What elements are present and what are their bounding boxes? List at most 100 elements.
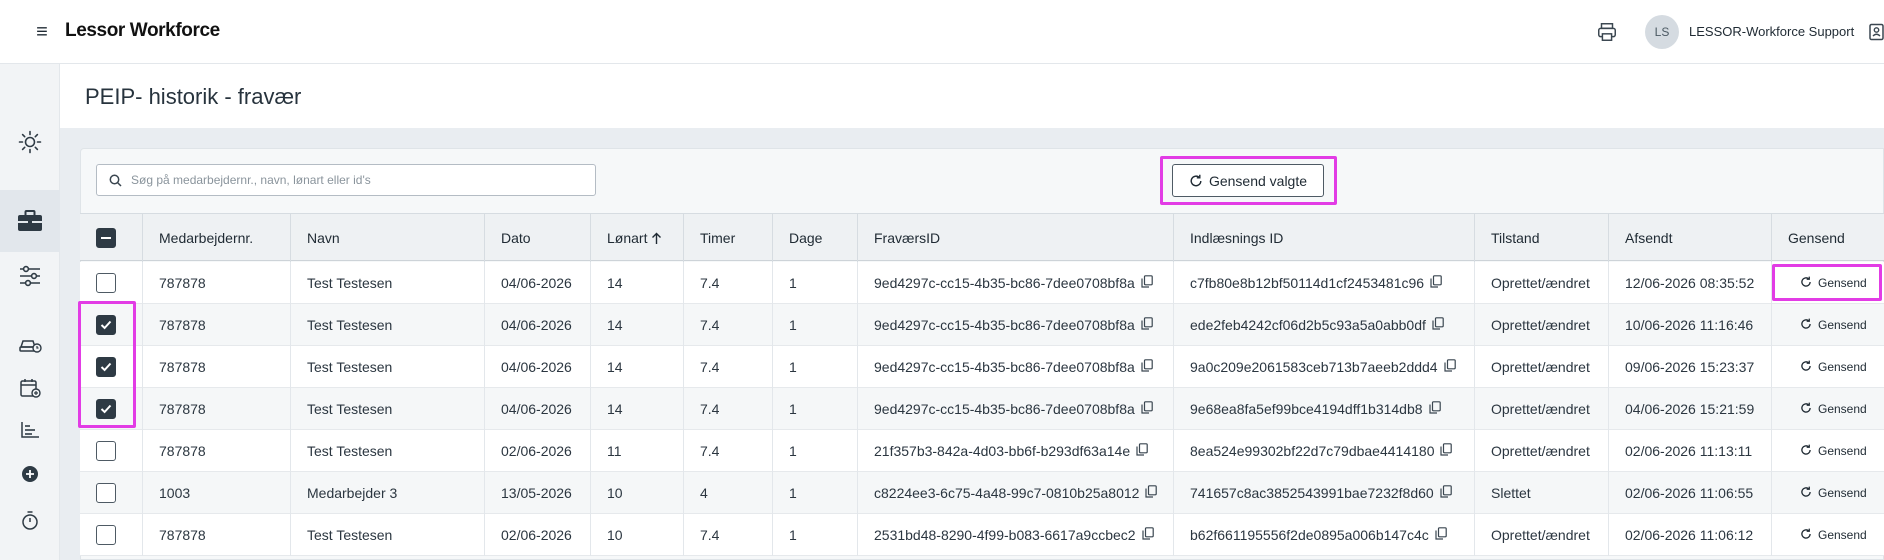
column-header-name[interactable]: Navn — [290, 214, 484, 262]
cell-sent-text: 04/06-2026 15:21:59 — [1625, 401, 1755, 417]
print-icon[interactable] — [1596, 21, 1618, 43]
copy-icon[interactable] — [1141, 275, 1153, 291]
copy-icon[interactable] — [1435, 527, 1447, 543]
cell-absence-id: 21f357b3-842a-4d03-bb6f-b293df63a14e — [857, 430, 1173, 472]
cell-name-text: Test Testesen — [307, 317, 393, 333]
row-checkbox[interactable] — [96, 315, 116, 335]
sidebar-item-briefcase[interactable] — [0, 190, 60, 252]
cell-days: 1 — [772, 304, 857, 346]
cell-name: Medarbejder 3 — [290, 472, 484, 514]
copy-icon[interactable] — [1440, 443, 1453, 459]
cell-state: Oprettet/ændret — [1474, 388, 1608, 430]
cell-wage-type: 14 — [590, 304, 683, 346]
resend-button[interactable]: Gensend — [1800, 318, 1867, 333]
cell-employee-no-text: 787878 — [159, 443, 206, 459]
resend-button[interactable]: Gensend — [1800, 402, 1867, 417]
copy-icon[interactable] — [1145, 485, 1158, 501]
column-header-sent[interactable]: Afsendt — [1608, 214, 1771, 262]
cell-date-text: 13/05-2026 — [501, 485, 572, 501]
search-icon — [109, 174, 122, 187]
sidebar-item-settings[interactable] — [0, 260, 60, 292]
column-header-days[interactable]: Dage — [772, 214, 857, 262]
resend-button[interactable]: Gensend — [1800, 486, 1867, 501]
column-header-import-id[interactable]: Indlæsnings ID — [1173, 214, 1474, 262]
bar-chart-icon — [21, 422, 39, 438]
select-all-checkbox[interactable] — [96, 228, 116, 248]
cell-days: 1 — [772, 514, 857, 556]
copy-icon[interactable] — [1141, 527, 1154, 543]
row-checkbox[interactable] — [96, 273, 116, 293]
cell-name-text: Test Testesen — [307, 401, 393, 417]
avatar[interactable]: LS — [1645, 15, 1679, 49]
user-name[interactable]: LESSOR-Workforce Support — [1689, 24, 1854, 39]
row-checkbox[interactable] — [96, 441, 116, 461]
cell-wage-type: 14 — [590, 262, 683, 304]
cell-date: 04/06-2026 — [484, 262, 590, 304]
copy-icon[interactable] — [1432, 317, 1444, 333]
column-header-state[interactable]: Tilstand — [1474, 214, 1608, 262]
sidebar-item-vehicle[interactable] — [0, 330, 60, 358]
resend-button[interactable]: Gensend — [1800, 360, 1867, 375]
sidebar-item-reports[interactable] — [0, 416, 60, 444]
page-title: PEIP- historik - fravær — [85, 84, 302, 109]
cell-date: 04/06-2026 — [484, 346, 590, 388]
cell-resend: Gensend — [1771, 304, 1884, 346]
sidebar-item-sun[interactable] — [0, 124, 60, 160]
resend-selected-button[interactable]: Gensend valgte — [1172, 164, 1324, 197]
row-select-cell — [80, 346, 142, 388]
table-row: 787878 Test Testesen 04/06-2026 14 7.4 1 9ed42… — [80, 262, 1884, 304]
search-field[interactable] — [96, 164, 596, 196]
table-row: 787878 Test Testesen 02/06-2026 11 7.4 1 21f35… — [80, 430, 1884, 472]
cell-import-id: 9e68ea8fa5ef99bce4194dff1b314db8 — [1173, 388, 1474, 430]
row-checkbox[interactable] — [96, 399, 116, 419]
cell-import-id-text: 8ea524e99302bf22d7c79dbae4414180 — [1190, 443, 1435, 459]
row-checkbox[interactable] — [96, 525, 116, 545]
copy-icon[interactable] — [1141, 359, 1153, 375]
cell-employee-no-text: 787878 — [159, 317, 206, 333]
column-header-date[interactable]: Dato — [484, 214, 590, 262]
resend-button[interactable]: Gensend — [1800, 444, 1867, 459]
copy-icon[interactable] — [1440, 485, 1452, 501]
cell-state-text: Oprettet/ændret — [1491, 401, 1590, 417]
cell-sent-text: 02/06-2026 11:06:55 — [1625, 485, 1754, 501]
sidebar-item-timer[interactable] — [0, 506, 60, 534]
copy-icon[interactable] — [1141, 317, 1153, 333]
refresh-icon — [1800, 402, 1812, 417]
search-input[interactable] — [131, 165, 586, 195]
contact-card-icon[interactable] — [1868, 23, 1884, 41]
copy-icon[interactable] — [1141, 401, 1153, 417]
row-checkbox[interactable] — [96, 483, 116, 503]
column-header-absence-id[interactable]: FraværsID — [857, 214, 1173, 262]
column-header-hours[interactable]: Timer — [683, 214, 772, 262]
resend-button[interactable]: Gensend — [1800, 528, 1867, 543]
column-header-employee-no[interactable]: Medarbejdernr. — [142, 214, 290, 262]
row-select-cell — [80, 262, 142, 304]
cell-name: Test Testesen — [290, 514, 484, 556]
cell-state: Oprettet/ændret — [1474, 514, 1608, 556]
resend-button[interactable]: Gensend — [1800, 276, 1867, 291]
row-checkbox[interactable] — [96, 357, 116, 377]
cell-name: Test Testesen — [290, 388, 484, 430]
cell-import-id-text: b62f661195556f2de0895a006b147c4c — [1190, 527, 1429, 543]
sidebar-item-add[interactable] — [0, 460, 60, 488]
resend-label: Gensend — [1818, 402, 1867, 416]
table-row: 787878 Test Testesen 04/06-2026 14 7.4 1 9ed42… — [80, 388, 1884, 430]
copy-icon[interactable] — [1430, 275, 1442, 291]
hamburger-menu-icon[interactable]: ≡ — [30, 20, 54, 44]
cell-sent: 04/06-2026 15:21:59 — [1608, 388, 1771, 430]
sort-ascending-icon — [652, 232, 662, 244]
briefcase-icon — [18, 210, 42, 231]
cell-absence-id: 2531bd48-8290-4f99-b083-6617a9ccbec2 — [857, 514, 1173, 556]
resend-label: Gensend — [1818, 528, 1867, 542]
cell-state: Oprettet/ændret — [1474, 304, 1608, 346]
cell-sent-text: 12/06-2026 08:35:52 — [1625, 275, 1755, 291]
copy-icon[interactable] — [1443, 359, 1456, 375]
column-header-wage-type[interactable]: Lønart — [590, 214, 683, 262]
copy-icon[interactable] — [1428, 401, 1441, 417]
table-row: 787878 Test Testesen 02/06-2026 10 7.4 1 2531b… — [80, 514, 1884, 556]
resend-label: Gensend — [1818, 360, 1867, 374]
sidebar-item-calendar[interactable] — [0, 374, 60, 402]
copy-icon[interactable] — [1136, 443, 1148, 459]
page-header: PEIP- historik - fravær — [60, 64, 1884, 128]
sun-icon — [18, 130, 42, 154]
